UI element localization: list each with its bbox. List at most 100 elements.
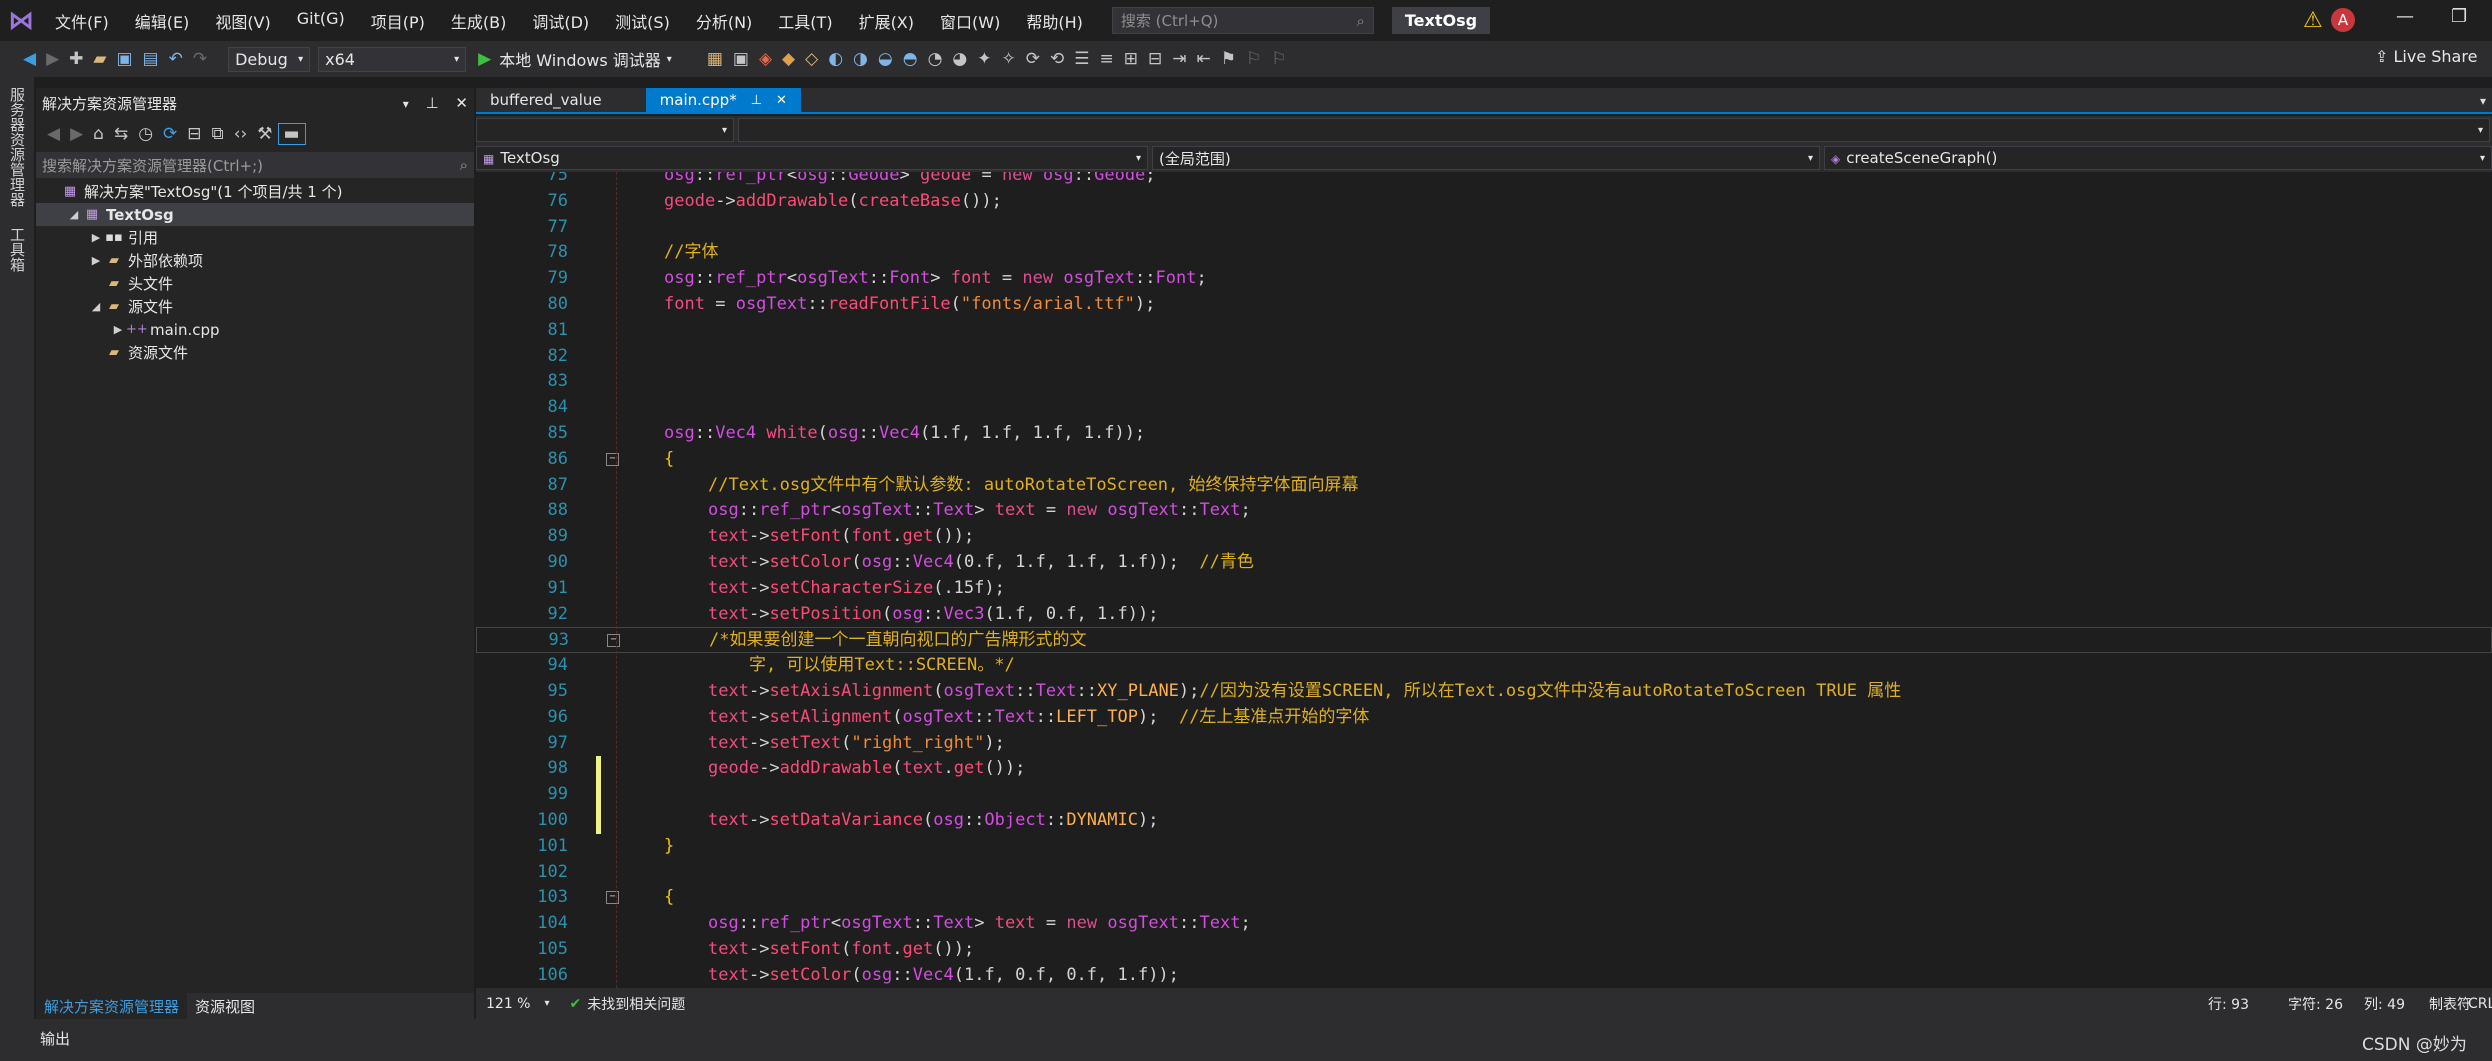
pin-icon[interactable]: ⊥ bbox=[426, 94, 439, 112]
menu-item[interactable]: 调试(D) bbox=[519, 9, 602, 33]
collapse-icon[interactable]: − bbox=[606, 891, 619, 905]
menu-item[interactable]: 测试(S) bbox=[602, 9, 683, 33]
code-line[interactable]: 79 osg::ref_ptr<osgText::Font> font = new… bbox=[476, 266, 2492, 292]
code-line[interactable]: 102 bbox=[476, 860, 2492, 886]
output-title[interactable]: 输出 bbox=[40, 1028, 70, 1049]
code-line[interactable]: 95 text->setAxisAlignment(osgText::Text::… bbox=[476, 679, 2492, 705]
configuration-dropdown[interactable]: Debug ▾ bbox=[228, 46, 311, 72]
undo-icon[interactable]: ↶ bbox=[164, 49, 188, 69]
code-line[interactable]: 81 bbox=[476, 318, 2492, 344]
tool-icon[interactable]: ◈ bbox=[754, 49, 777, 69]
tree-item[interactable]: ▶ ++ main.cpp bbox=[36, 318, 474, 341]
code-line[interactable]: 94 字, 可以使用Text::SCREEN。*/ bbox=[476, 653, 2492, 679]
search-input[interactable]: 搜索 (Ctrl+Q) ⌕ bbox=[1111, 7, 1374, 34]
expand-arrow-icon[interactable]: ▶ bbox=[88, 254, 104, 267]
close-icon[interactable]: ✕ bbox=[455, 94, 468, 112]
pin-icon[interactable]: ⊥ bbox=[751, 93, 762, 108]
tab-buffered-value[interactable]: buffered_value bbox=[476, 88, 616, 112]
diagnostics-icon[interactable]: ▣ bbox=[728, 49, 754, 69]
tree-item[interactable]: ◢ ▦ TextOsg bbox=[36, 203, 474, 226]
code-line[interactable]: 89 text->setFont(font.get()); bbox=[476, 524, 2492, 550]
menu-item[interactable]: 工具(T) bbox=[765, 9, 845, 33]
function-dropdown[interactable]: ◈ createSceneGraph() ▾ bbox=[1824, 146, 2492, 170]
start-debugging-button[interactable]: ▶ 本地 Windows 调试器 ▾ bbox=[478, 47, 672, 71]
preview-icon[interactable]: ▬ bbox=[277, 123, 306, 145]
tool-icon[interactable]: ≡ bbox=[1095, 49, 1119, 69]
code-line[interactable]: 78 //字体 bbox=[476, 240, 2492, 266]
back-icon[interactable]: ◀ bbox=[18, 49, 41, 69]
expand-arrow-icon[interactable]: ◢ bbox=[88, 300, 104, 313]
collapse-icon[interactable]: − bbox=[607, 634, 620, 648]
tab-solution-explorer[interactable]: 解决方案资源管理器 bbox=[36, 993, 188, 1019]
sync-icon[interactable]: ⟳ bbox=[158, 124, 182, 144]
tool-icon[interactable]: ✧ bbox=[997, 49, 1021, 69]
code-line[interactable]: 103 − { bbox=[476, 885, 2492, 911]
tool-icon[interactable]: ◇ bbox=[800, 49, 823, 69]
bookmark-icon[interactable]: ⚑ bbox=[1216, 49, 1241, 69]
menu-item[interactable]: 帮助(H) bbox=[1013, 9, 1096, 33]
code-line[interactable]: 91 text->setCharacterSize(.15f); bbox=[476, 576, 2492, 602]
tool-icon[interactable]: ⊞ bbox=[1119, 49, 1143, 69]
tool-icon[interactable]: ◆ bbox=[777, 49, 800, 69]
browse-icon[interactable]: ▦ bbox=[702, 49, 728, 69]
expand-arrow-icon[interactable]: ◢ bbox=[66, 208, 82, 221]
minimize-icon[interactable]: — bbox=[2396, 6, 2414, 27]
visual-studio-logo-icon[interactable]: ⋈ bbox=[0, 0, 42, 41]
redo-icon[interactable]: ↷ bbox=[188, 49, 212, 69]
code-line[interactable]: 98 geode->addDrawable(text.get()); bbox=[476, 756, 2492, 783]
menu-item[interactable]: 编辑(E) bbox=[122, 9, 203, 33]
code-line[interactable]: 84 bbox=[476, 395, 2492, 421]
code-line[interactable]: 76 geode->addDrawable(createBase()); bbox=[476, 189, 2492, 215]
file-context-dropdown[interactable]: ▾ bbox=[476, 118, 734, 142]
close-icon[interactable]: ✕ bbox=[776, 93, 787, 108]
code-line[interactable]: 105 text->setFont(font.get()); bbox=[476, 937, 2492, 963]
code-line[interactable]: 96 text->setAlignment(osgText::Text::LEFT… bbox=[476, 705, 2492, 731]
menu-item[interactable]: 文件(F) bbox=[42, 9, 122, 33]
tree-item[interactable]: ▦ 解决方案"TextOsg"(1 个项目/共 1 个) bbox=[36, 180, 474, 203]
code-line[interactable]: 85 osg::Vec4 white(osg::Vec4(1.f, 1.f, 1.… bbox=[476, 421, 2492, 447]
tool-icon[interactable]: ⊟ bbox=[1143, 49, 1167, 69]
tab-resource-view[interactable]: 资源视图 bbox=[187, 996, 263, 1017]
back-icon[interactable]: ◀ bbox=[42, 124, 65, 144]
member-dropdown[interactable]: ▾ bbox=[738, 118, 2490, 142]
avatar[interactable]: A bbox=[2331, 8, 2355, 32]
issues-status[interactable]: 未找到相关问题 bbox=[587, 994, 685, 1014]
tool-icon[interactable]: ◓ bbox=[898, 49, 923, 69]
code-line[interactable]: 77 bbox=[476, 215, 2492, 241]
solution-search-input[interactable]: 搜索解决方案资源管理器(Ctrl+;) ⌕ bbox=[36, 152, 474, 178]
collapse-icon[interactable]: − bbox=[606, 452, 619, 466]
menu-item[interactable]: 扩展(X) bbox=[846, 9, 927, 33]
tool-icon[interactable]: ✦ bbox=[972, 49, 996, 69]
collapse-all-icon[interactable]: ⊟ bbox=[182, 124, 206, 144]
server-explorer-tab[interactable]: 服务器资源管理器 bbox=[7, 87, 28, 207]
tool-icon[interactable]: ☰ bbox=[1069, 49, 1094, 69]
forward-icon[interactable]: ▶ bbox=[41, 49, 64, 69]
open-icon[interactable]: ▰ bbox=[88, 49, 111, 69]
menu-item[interactable]: 窗口(W) bbox=[927, 9, 1013, 33]
tab-main-cpp[interactable]: main.cpp* ⊥ ✕ bbox=[645, 88, 801, 112]
code-line[interactable]: 99 bbox=[476, 782, 2492, 809]
eol-status[interactable]: CRL bbox=[2468, 996, 2492, 1012]
indent-icon[interactable]: ⇥ bbox=[1167, 49, 1191, 69]
properties-icon[interactable]: ⚒ bbox=[252, 124, 277, 144]
tree-item[interactable]: ▶ ▪▪ 引用 bbox=[36, 226, 474, 249]
code-line[interactable]: 90 text->setColor(osg::Vec4(0.f, 1.f, 1.f… bbox=[476, 550, 2492, 576]
save-icon[interactable]: ▣ bbox=[111, 49, 137, 69]
expand-arrow-icon[interactable]: ▶ bbox=[110, 323, 126, 336]
chevron-down-icon[interactable]: ▾ bbox=[2480, 94, 2486, 108]
switch-views-icon[interactable]: ⇆ bbox=[109, 124, 133, 144]
code-line[interactable]: 100 text->setDataVariance(osg::Object::DY… bbox=[476, 808, 2492, 834]
chevron-down-icon[interactable]: ▾ bbox=[544, 998, 549, 1009]
menu-item[interactable]: 分析(N) bbox=[683, 9, 765, 33]
code-view-icon[interactable]: ‹› bbox=[229, 124, 253, 144]
save-all-icon[interactable]: ▤ bbox=[138, 49, 164, 69]
tree-item[interactable]: ▰ 头文件 bbox=[36, 272, 474, 295]
code-line[interactable]: 93 − /*如果要创建一个一直朝向视口的广告牌形式的文 bbox=[476, 627, 2492, 654]
home-icon[interactable]: ⌂ bbox=[88, 124, 109, 144]
tree-item[interactable]: ▰ 资源文件 bbox=[36, 341, 474, 364]
tool-icon[interactable]: ◕ bbox=[947, 49, 972, 69]
project-dropdown[interactable]: ▦ TextOsg ▾ bbox=[476, 146, 1148, 170]
toolbox-tab[interactable]: 工具箱 bbox=[7, 227, 28, 272]
zoom-level[interactable]: 121 % bbox=[486, 996, 530, 1012]
tab-setting-status[interactable]: 制表符 bbox=[2429, 994, 2471, 1014]
